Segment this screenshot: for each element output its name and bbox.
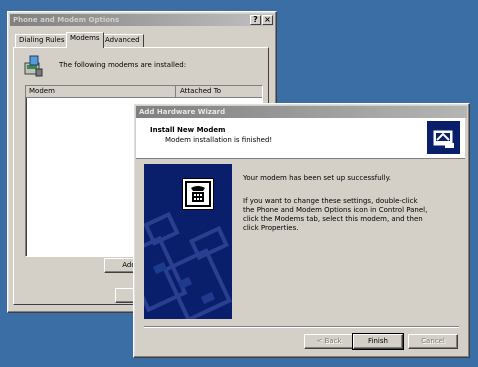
wizard-divider — [144, 326, 459, 328]
header-title: Install New Modem — [150, 126, 226, 134]
wizard-side-panel — [144, 164, 232, 319]
back-button[interactable]: < Back — [304, 334, 354, 349]
instructions-message: If you want to change these settings, do… — [243, 197, 428, 232]
finish-button[interactable]: Finish — [352, 333, 404, 350]
wizard-titlebar[interactable]: Add Hardware Wizard — [136, 106, 467, 118]
header-modem[interactable]: Modem — [26, 86, 176, 97]
list-header-row: Modem Attached To — [26, 86, 262, 98]
help-button[interactable]: ? — [250, 15, 261, 25]
wizard-title: Add Hardware Wizard — [139, 108, 226, 116]
tab-advanced[interactable]: Advanced — [101, 34, 144, 47]
header-attached-to[interactable]: Attached To — [177, 86, 262, 97]
header-modem-icon — [427, 121, 460, 154]
wizard-header: Install New Modem Modem installation is … — [136, 118, 465, 159]
add-hardware-wizard-window: Add Hardware Wizard Install New Modem Mo… — [133, 103, 470, 358]
cancel-button[interactable]: Cancel — [408, 334, 458, 349]
telephone-icon — [182, 178, 214, 210]
tab-modems[interactable]: Modems — [66, 32, 104, 48]
intro-text: The following modems are installed: — [59, 61, 187, 69]
phone-modem-icon — [24, 55, 44, 77]
close-button[interactable]: × — [262, 15, 273, 25]
success-message: Your modem has been set up successfully. — [243, 174, 391, 182]
phone-modem-titlebar[interactable]: Phone and Modem Options ? × — [10, 14, 274, 26]
header-subtitle: Modem installation is finished! — [165, 136, 273, 144]
tab-dialing-rules[interactable]: Dialing Rules — [15, 34, 69, 47]
phone-modem-title: Phone and Modem Options — [13, 16, 120, 24]
